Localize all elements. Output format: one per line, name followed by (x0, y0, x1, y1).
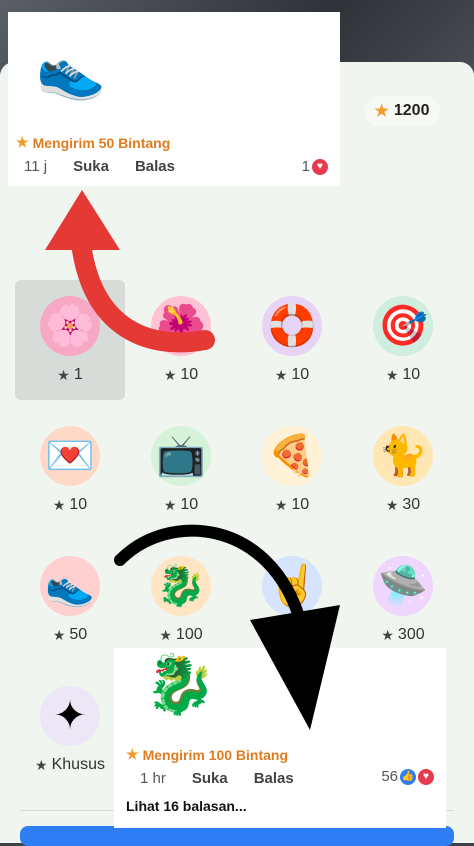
black-arrow-head (250, 605, 340, 730)
red-arrow-head (45, 190, 120, 250)
annotation-arrows (45, 190, 340, 730)
black-arrow-shaft (114, 524, 306, 626)
red-arrow-shaft (72, 240, 215, 353)
